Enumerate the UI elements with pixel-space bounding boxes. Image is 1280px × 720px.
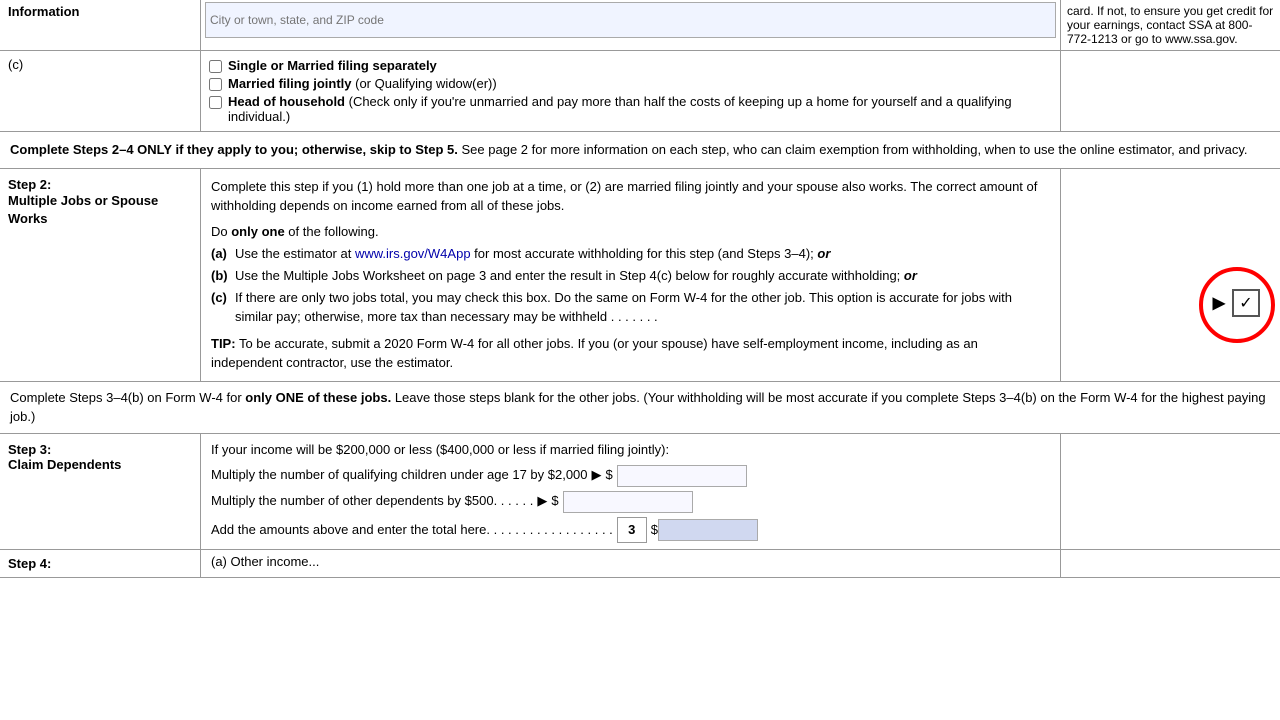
step3-section: Step 3: Claim Dependents If your income … — [0, 434, 1280, 551]
step3-row1: Multiply the number of qualifying childr… — [211, 465, 1050, 487]
step4-content: (a) Other income... — [200, 550, 1060, 577]
information-label: Information — [0, 0, 200, 50]
top-row: Information card. If not, to ensure you … — [0, 0, 1280, 51]
irs-link[interactable]: www.irs.gov/W4App — [355, 246, 471, 261]
step2-label: Step 2: Multiple Jobs or Spouse Works — [0, 169, 200, 381]
step3-total-input[interactable] — [658, 519, 758, 541]
address-cell — [200, 0, 1060, 50]
arrow-right-icon: ▶ — [1213, 293, 1225, 313]
do-only-one-para: Do only one of the following. — [211, 222, 1050, 242]
step3-label: Step 3: Claim Dependents — [0, 434, 200, 550]
filing-option-married-jointly: Married filing jointly (or Qualifying wi… — [209, 76, 1052, 91]
complete-steps-banner: Complete Steps 2–4 ONLY if they apply to… — [0, 132, 1280, 169]
step2-option-a: (a) Use the estimator at www.irs.gov/W4A… — [211, 245, 1050, 263]
filing-label-col: (c) — [0, 51, 200, 131]
step3-input2[interactable] — [563, 491, 693, 513]
step3-row2: Multiply the number of other dependents … — [211, 491, 1050, 513]
step3-total-row: Add the amounts above and enter the tota… — [211, 517, 1050, 544]
step2-option-b: (b) Use the Multiple Jobs Worksheet on p… — [211, 267, 1050, 285]
checkbox-married-jointly[interactable] — [209, 78, 222, 91]
step4-label: Step 4: — [0, 550, 200, 577]
step2-tip: TIP: To be accurate, submit a 2020 Form … — [211, 334, 1050, 373]
step3-content: If your income will be $200,000 or less … — [200, 434, 1060, 550]
step2-section: Step 2: Multiple Jobs or Spouse Works Co… — [0, 169, 1280, 382]
complete-steps-34: Complete Steps 3–4(b) on Form W-4 for on… — [0, 382, 1280, 434]
filing-options-col: Single or Married filing separately Marr… — [200, 51, 1060, 131]
step3-right-col — [1060, 434, 1280, 550]
step2-option-c: (c) If there are only two jobs total, yo… — [211, 289, 1050, 325]
step4-partial: Step 4: (a) Other income... — [0, 550, 1280, 578]
step2-content: Complete this step if you (1) hold more … — [200, 169, 1060, 381]
page-wrapper: Information card. If not, to ensure you … — [0, 0, 1280, 720]
filing-right-empty — [1060, 51, 1280, 131]
filing-status-section: (c) Single or Married filing separately … — [0, 51, 1280, 132]
checkbox-single[interactable] — [209, 60, 222, 73]
step3-input1[interactable] — [617, 465, 747, 487]
checkbox-head[interactable] — [209, 96, 222, 109]
filing-option-single: Single or Married filing separately — [209, 58, 1052, 73]
right-info: card. If not, to ensure you get credit f… — [1060, 0, 1280, 50]
step2c-checkbox[interactable]: ✓ — [1232, 289, 1260, 317]
address-input[interactable] — [205, 2, 1056, 38]
step2-right-col: ▶ ✓ — [1060, 169, 1280, 381]
filing-option-head: Head of household (Check only if you're … — [209, 94, 1052, 124]
step4-right-col — [1060, 550, 1280, 577]
